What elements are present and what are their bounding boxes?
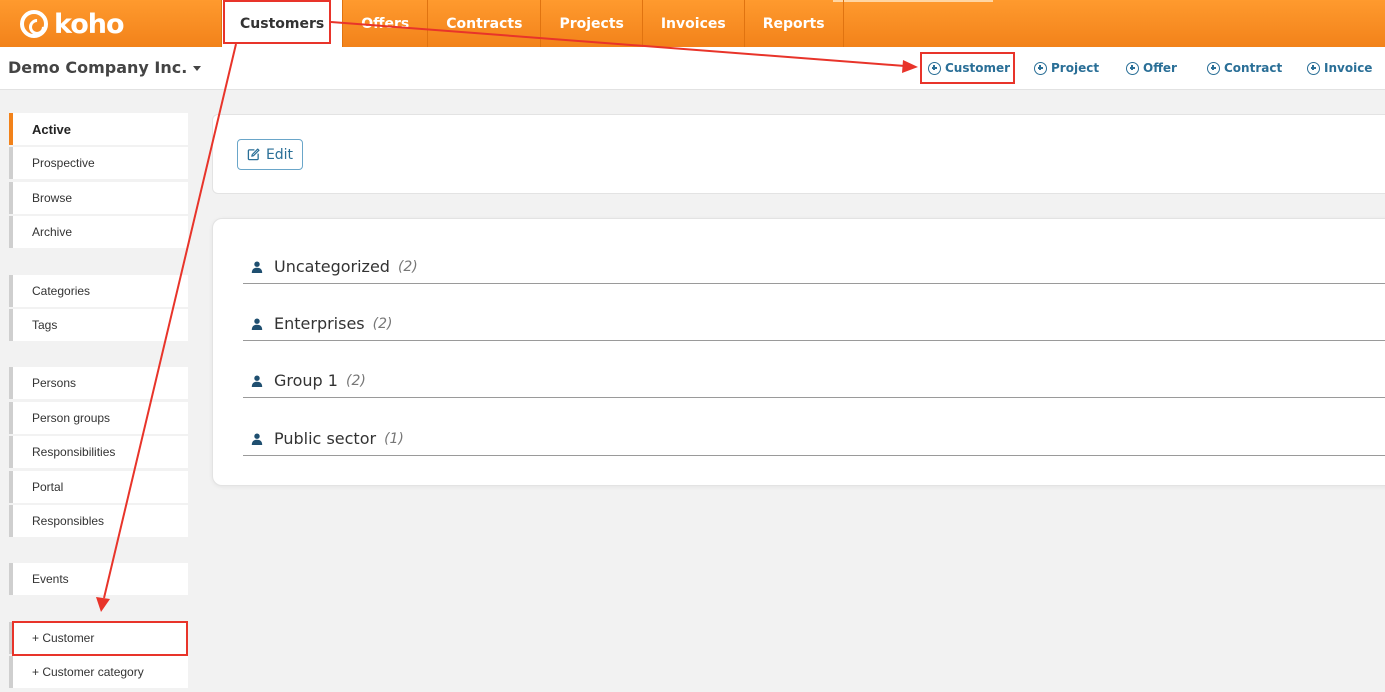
plus-circle-icon [1307, 61, 1320, 75]
group-row-uncategorized[interactable]: Uncategorized (2) [243, 250, 1385, 284]
main-nav: Customers Offers Contracts Projects Invo… [221, 0, 844, 47]
tab-contracts[interactable]: Contracts [428, 0, 542, 47]
sidebar-item-categories[interactable]: Categories [9, 275, 188, 307]
quick-add-invoice-button[interactable]: Invoice [1307, 61, 1372, 75]
sidebar-item-tags[interactable]: Tags [9, 309, 188, 341]
sidebar-item-active[interactable]: Active [9, 113, 188, 145]
group-name: Group 1 [274, 371, 338, 390]
plus-circle-icon [1034, 61, 1047, 75]
quick-add-offer-button[interactable]: Offer [1126, 61, 1177, 75]
quick-add-project-button[interactable]: Project [1034, 61, 1099, 75]
quick-add-label: Offer [1143, 61, 1177, 75]
group-count: (1) [384, 430, 404, 447]
edit-toolbar-card: Edit [212, 114, 1385, 194]
quick-add-label: Contract [1224, 61, 1283, 75]
tab-projects[interactable]: Projects [541, 0, 643, 47]
person-icon [251, 433, 263, 445]
group-row-group-1[interactable]: Group 1 (2) [243, 364, 1385, 398]
company-name: Demo Company Inc. [8, 58, 188, 77]
edit-button-label: Edit [265, 146, 294, 163]
topbar-highlight-strip [833, 0, 993, 2]
top-nav-bar: koho Customers Offers Contracts Projects… [0, 0, 1385, 47]
sidebar-item-portal[interactable]: Portal [9, 471, 188, 503]
edit-icon [247, 148, 260, 161]
sidebar-item-prospective[interactable]: Prospective [9, 147, 188, 179]
sidebar-item-archive[interactable]: Archive [9, 216, 188, 248]
plus-circle-icon [1126, 61, 1139, 75]
quick-add-contract-button[interactable]: Contract [1207, 61, 1282, 75]
person-icon [251, 261, 263, 273]
edit-button[interactable]: Edit [237, 139, 303, 170]
sidebar-item-persons[interactable]: Persons [9, 367, 188, 399]
group-name: Public sector [274, 429, 377, 448]
quick-add-label: Project [1051, 61, 1100, 75]
chevron-down-icon [193, 66, 202, 71]
group-row-enterprises[interactable]: Enterprises (2) [243, 307, 1385, 341]
person-icon [251, 318, 263, 330]
group-name: Uncategorized [274, 257, 390, 276]
plus-circle-icon [1207, 61, 1220, 75]
koho-logo-icon [20, 10, 48, 38]
plus-circle-icon [928, 61, 941, 75]
sidebar-item-add-customer[interactable]: + Customer [9, 622, 188, 654]
customer-groups-card: Uncategorized (2) Enterprises (2) Group … [212, 218, 1385, 486]
logo-text: koho [54, 8, 125, 40]
koho-logo[interactable]: koho [20, 8, 125, 40]
sidebar-item-responsibilities[interactable]: Responsibilities [9, 436, 188, 468]
quick-add-label: Invoice [1324, 61, 1373, 75]
group-count: (2) [372, 315, 393, 332]
sidebar-item-browse[interactable]: Browse [9, 182, 188, 214]
sidebar-item-add-customer-category[interactable]: + Customer category [9, 656, 188, 688]
person-icon [251, 375, 263, 387]
tab-customers[interactable]: Customers [221, 0, 344, 47]
sub-header: Demo Company Inc. Customer Project Offer… [0, 47, 1385, 90]
group-row-public-sector[interactable]: Public sector (1) [243, 422, 1385, 456]
quick-add-label: Customer [945, 61, 1011, 75]
tab-offers[interactable]: Offers [343, 0, 429, 47]
sidebar-item-events[interactable]: Events [9, 563, 188, 595]
group-name: Enterprises [274, 314, 365, 333]
tab-invoices[interactable]: Invoices [643, 0, 745, 47]
annotation-arrowhead [96, 597, 110, 612]
company-selector[interactable]: Demo Company Inc. [8, 58, 202, 77]
quick-add-customer-button[interactable]: Customer [928, 61, 1010, 75]
group-count: (2) [397, 258, 418, 275]
tab-reports[interactable]: Reports [745, 0, 844, 47]
sidebar-item-responsibles[interactable]: Responsibles [9, 505, 188, 537]
sidebar-item-person-groups[interactable]: Person groups [9, 402, 188, 434]
group-count: (2) [345, 372, 366, 389]
